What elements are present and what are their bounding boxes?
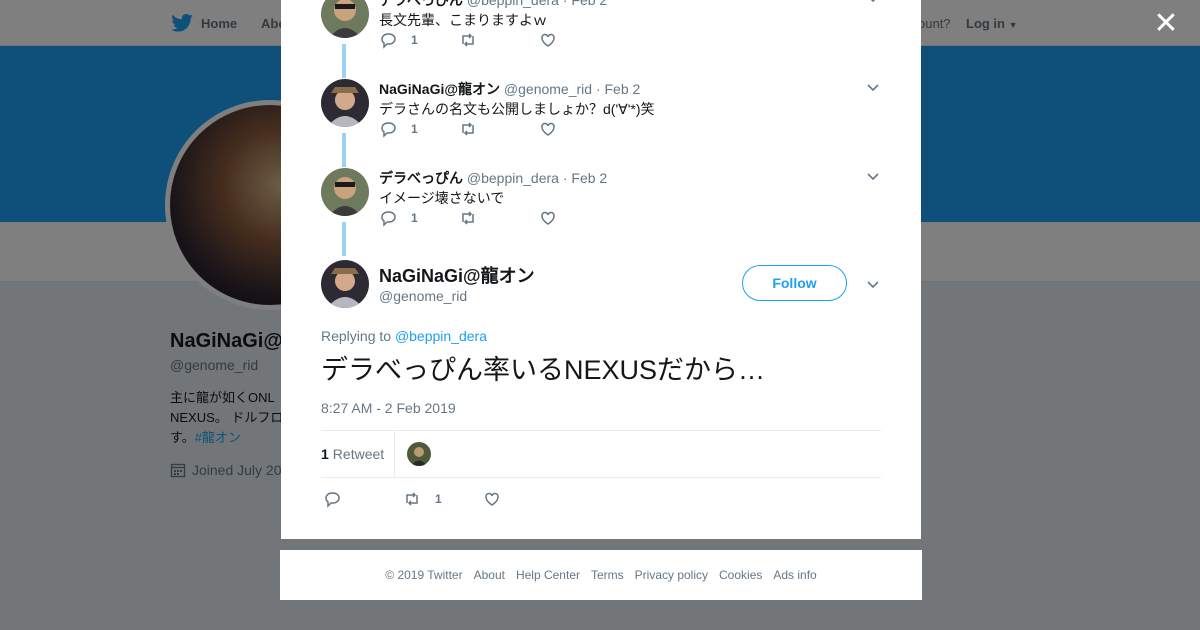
follow-button[interactable]: Follow [742, 265, 847, 301]
retweet-icon [462, 122, 474, 136]
chevron-down-icon[interactable] [865, 168, 881, 184]
author-handle[interactable]: @beppin_dera [467, 170, 559, 186]
like-button[interactable] [539, 120, 557, 138]
tweet-date[interactable]: · Feb 2 [563, 0, 607, 8]
thread-tweet[interactable]: NaGiNaGi@龍オン @genome_rid · Feb 2 デラさんの名文… [281, 79, 921, 168]
retweet-button[interactable] [459, 120, 477, 138]
reply-button[interactable]: 1 [379, 120, 418, 138]
like-button[interactable] [483, 490, 501, 508]
author-name[interactable]: デラべっぴん [379, 170, 463, 186]
author-name[interactable]: NaGiNaGi@龍オン [379, 262, 535, 288]
avatar[interactable] [321, 260, 369, 308]
retweet-stat-label: Retweet [332, 446, 385, 462]
tweet-header: NaGiNaGi@龍オン @genome_rid · Feb 2 [379, 79, 640, 99]
retweet-icon [462, 33, 474, 47]
tweet-text: 長文先輩、こまりますよｗ [379, 12, 547, 28]
reply-icon [381, 211, 396, 227]
tweet-text: イメージ壊さないで [379, 190, 505, 206]
chevron-down-icon[interactable] [865, 0, 881, 6]
author-name[interactable]: NaGiNaGi@龍オン [379, 81, 500, 97]
stats-divider [394, 431, 395, 478]
reply-count: 1 [411, 122, 418, 136]
author-handle[interactable]: @genome_rid [504, 81, 592, 97]
tweet-date[interactable]: · Feb 2 [563, 170, 607, 186]
thread-tweet[interactable]: デラべっぴん @beppin_dera · Feb 2 長文先輩、こまりますよｗ… [281, 0, 921, 79]
like-icon [541, 122, 555, 136]
retweeter-avatar[interactable] [407, 442, 431, 466]
tweet-modal: デラべっぴん @beppin_dera · Feb 2 長文先輩、こまりますよｗ… [281, 0, 921, 539]
replying-to: Replying to @beppin_dera [321, 328, 487, 344]
retweet-count: 1 [435, 492, 442, 506]
retweet-icon [462, 211, 474, 225]
reply-count: 1 [411, 211, 418, 225]
avatar[interactable] [321, 0, 369, 38]
like-icon [541, 211, 555, 225]
close-icon[interactable]: ✕ [1152, 9, 1180, 39]
chevron-down-icon[interactable] [865, 276, 881, 292]
retweet-button[interactable]: 1 [403, 490, 442, 508]
tweet-stats: 1 Retweet [321, 430, 881, 478]
like-button[interactable] [539, 209, 557, 227]
tweet-header: デラべっぴん @beppin_dera · Feb 2 [379, 0, 607, 10]
tweet-header: デラべっぴん @beppin_dera · Feb 2 [379, 168, 607, 188]
replying-to-link[interactable]: @beppin_dera [395, 328, 487, 344]
author-handle[interactable]: @genome_rid [379, 288, 467, 304]
avatar[interactable] [321, 79, 369, 127]
reply-icon [381, 33, 396, 49]
reply-button[interactable] [323, 490, 341, 508]
footer-link-ads-info[interactable]: Ads info [773, 568, 816, 582]
tweet-text: デラさんの名文も公開しましょか？d('∀'*)笑 [379, 101, 655, 117]
thread-tweet[interactable]: デラべっぴん @beppin_dera · Feb 2 イメージ壊さないで 1 [281, 168, 921, 257]
reply-count: 1 [411, 33, 418, 47]
reply-button[interactable]: 1 [379, 31, 418, 49]
footer-copyright: © 2019 Twitter [385, 568, 463, 582]
tweet-text: デラべっぴん率いるNEXUSだから… [321, 355, 766, 385]
footer-link-about[interactable]: About [474, 568, 505, 582]
modal-footer: © 2019 Twitter About Help Center Terms P… [280, 550, 922, 600]
footer-link-terms[interactable]: Terms [591, 568, 624, 582]
tweet-date[interactable]: · Feb 2 [596, 81, 640, 97]
reply-button[interactable]: 1 [379, 209, 418, 227]
footer-link-privacy[interactable]: Privacy policy [635, 568, 708, 582]
like-icon [541, 33, 555, 47]
footer-link-help-center[interactable]: Help Center [516, 568, 580, 582]
reply-icon [381, 122, 396, 138]
reply-icon [325, 492, 340, 508]
footer-link-cookies[interactable]: Cookies [719, 568, 762, 582]
tweet-actions: 1 [323, 490, 623, 510]
retweet-stat-count: 1 [321, 446, 329, 462]
avatar[interactable] [321, 168, 369, 216]
retweet-stat[interactable]: 1 Retweet [321, 446, 384, 462]
author-handle[interactable]: @beppin_dera [467, 0, 559, 8]
like-button[interactable] [539, 31, 557, 49]
retweet-icon [406, 492, 418, 506]
retweet-button[interactable] [459, 209, 477, 227]
author-name[interactable]: デラべっぴん [379, 0, 463, 8]
tweet-timestamp[interactable]: 8:27 AM - 2 Feb 2019 [321, 400, 456, 416]
replying-prefix: Replying to [321, 328, 392, 344]
chevron-down-icon[interactable] [865, 79, 881, 95]
like-icon [485, 492, 499, 506]
retweet-button[interactable] [459, 31, 477, 49]
